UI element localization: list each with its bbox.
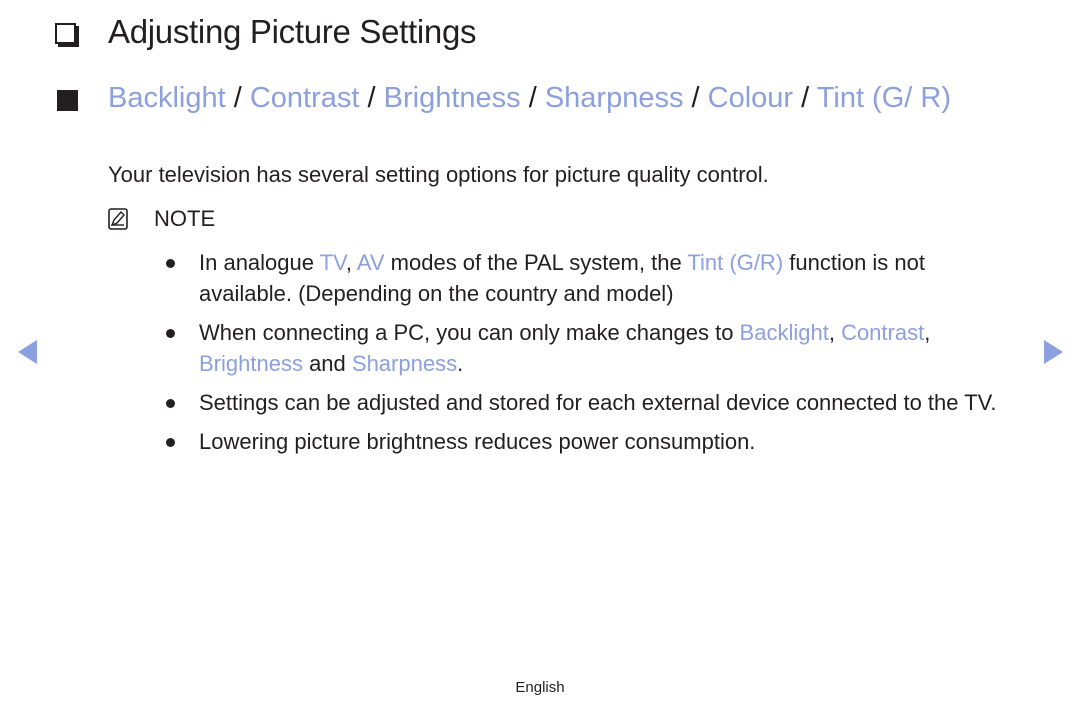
text-span: Lowering picture brightness reduces powe… (199, 429, 756, 454)
menu-term: Brightness (383, 82, 521, 114)
text-span: / (520, 82, 545, 114)
menu-term: Backlight (739, 320, 829, 345)
menu-term: Tint (G/ R) (816, 82, 951, 114)
menu-term: Contrast (249, 82, 360, 114)
menu-term: Colour (707, 82, 794, 114)
filled-square-icon (57, 90, 78, 111)
text-span: modes of the PAL system, the (384, 250, 688, 275)
text-span: and (302, 351, 352, 376)
left-triangle-icon[interactable] (18, 340, 37, 364)
text-span: . (457, 351, 464, 376)
list-item: In analogue TV, AV modes of the PAL syst… (162, 247, 1022, 309)
note-header: NOTE (108, 204, 215, 234)
menu-term: Brightness (199, 351, 303, 376)
text-span: Settings can be adjusted and stored for … (199, 390, 997, 415)
text-span: / (793, 82, 817, 114)
right-triangle-icon[interactable] (1044, 340, 1063, 364)
list-item: Lowering picture brightness reduces powe… (162, 426, 1022, 457)
text-span: / (359, 82, 384, 114)
text-span: / (683, 82, 708, 114)
note-label: NOTE (154, 206, 216, 231)
menu-term: Sharpness (544, 82, 684, 114)
hollow-square-icon (55, 22, 76, 44)
bullet-icon (166, 438, 175, 447)
menu-term: Backlight (108, 82, 226, 114)
intro-text: Your television has several setting opti… (108, 162, 769, 187)
footer-language: English (515, 679, 565, 696)
menu-term: Tint (G/R) (687, 250, 784, 275)
page-header: Adjusting Picture Settings (55, 10, 477, 54)
bullet-icon (166, 399, 175, 408)
bullet-icon (166, 259, 175, 268)
menu-term: TV (319, 250, 346, 275)
text-span: When connecting a PC, you can only make … (199, 320, 740, 345)
menu-term: AV (356, 250, 385, 275)
text-span: In analogue (199, 250, 320, 275)
bullet-icon (166, 329, 175, 338)
menu-term: Contrast (841, 320, 925, 345)
text-span: / (225, 82, 250, 114)
section-title: Backlight / Contrast / Brightness / Shar… (108, 82, 1017, 115)
list-item: Settings can be adjusted and stored for … (162, 387, 1022, 418)
section-header: Backlight / Contrast / Brightness / Shar… (57, 82, 1017, 115)
menu-term: Sharpness (351, 351, 458, 376)
list-item: When connecting a PC, you can only make … (162, 317, 1022, 379)
text-span: , (828, 320, 842, 345)
text-span: , (924, 320, 931, 345)
text-span: , (345, 250, 357, 275)
note-pencil-icon (108, 208, 128, 230)
note-list: In analogue TV, AV modes of the PAL syst… (162, 247, 1022, 465)
page-title: Adjusting Picture Settings (108, 13, 477, 50)
